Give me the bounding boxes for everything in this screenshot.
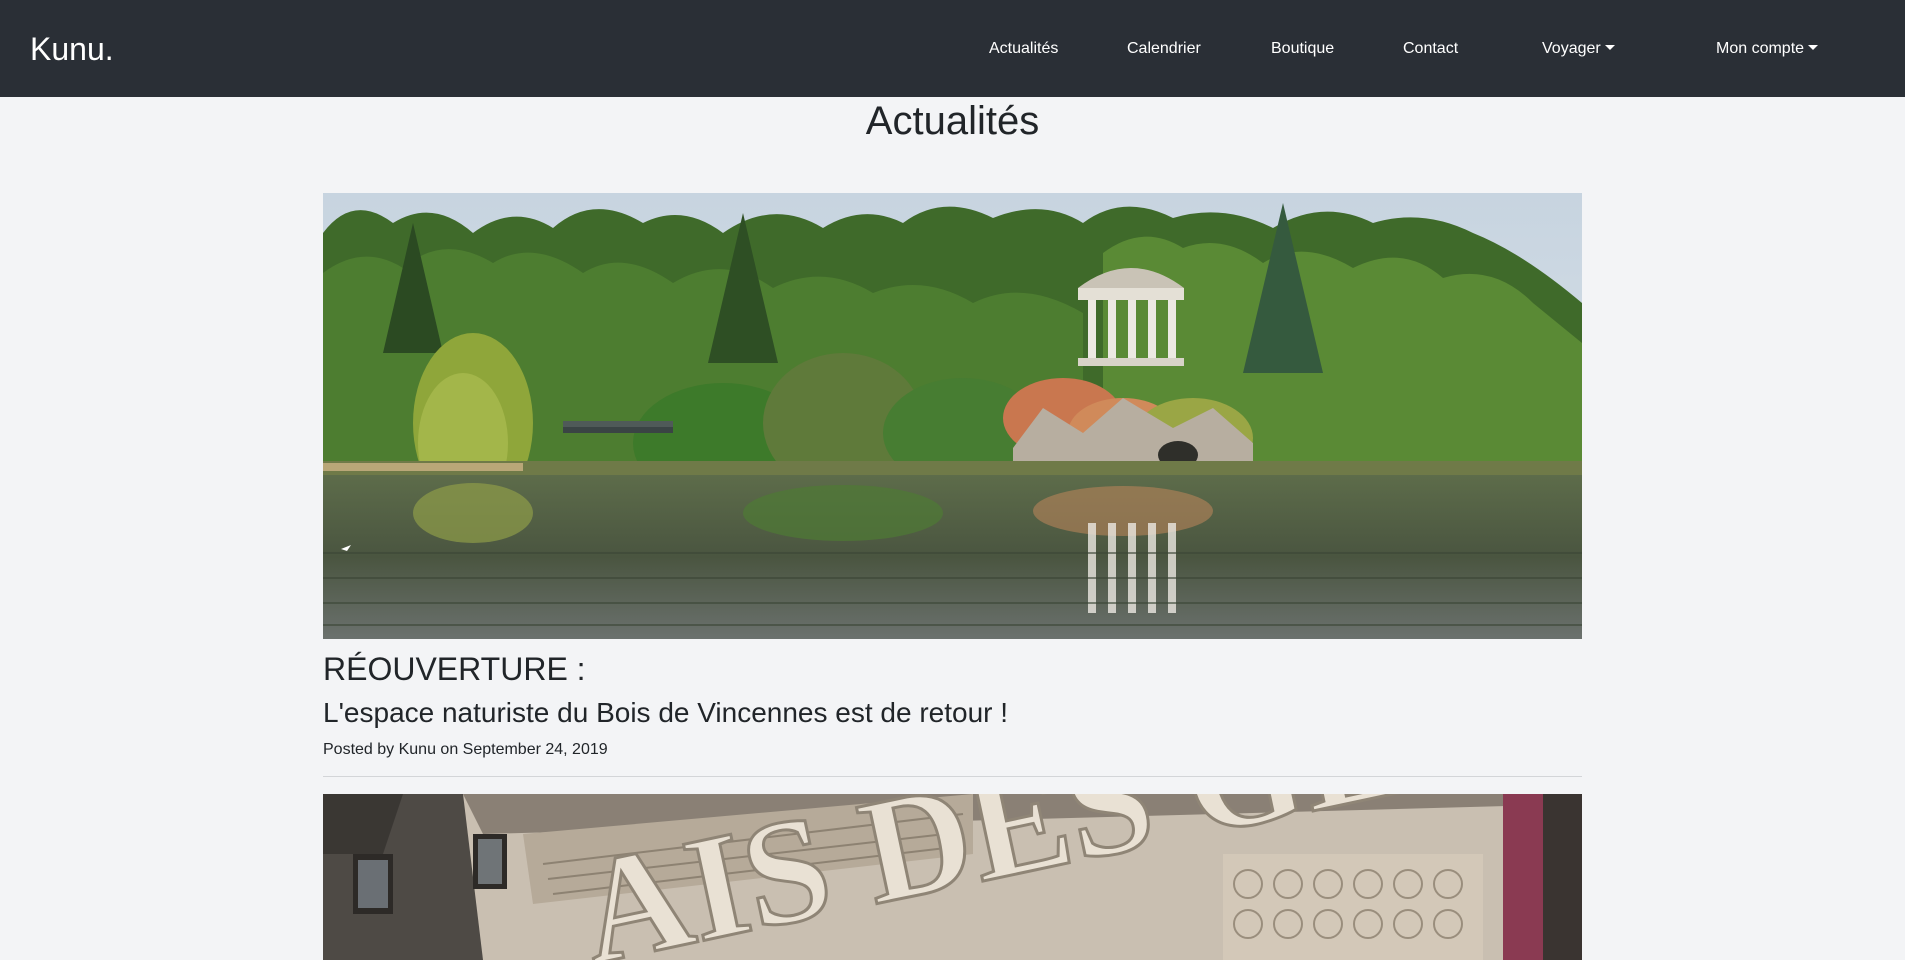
nav-dropdown-voyager-label: Voyager <box>1542 40 1601 57</box>
page-title: Actualités <box>865 99 1040 143</box>
nav-dropdown-voyager[interactable]: Voyager <box>1542 39 1615 59</box>
nav-link-boutique[interactable]: Boutique <box>1271 39 1334 59</box>
post-subtitle[interactable]: L'espace naturiste du Bois de Vincennes … <box>323 696 1008 730</box>
nav-link-contact[interactable]: Contact <box>1403 39 1458 59</box>
nav-link-actualites[interactable]: Actualités <box>989 39 1058 59</box>
nav-dropdown-mon-compte[interactable]: Mon compte <box>1716 39 1819 59</box>
brand-logo-link[interactable]: Kunu. <box>30 30 114 68</box>
post-image-lake-temple[interactable] <box>323 193 1582 639</box>
caret-down-icon <box>1604 45 1615 50</box>
post-title[interactable]: RÉOUVERTURE : <box>323 650 586 688</box>
nav-dropdown-mon-compte-label: Mon compte <box>1716 40 1805 57</box>
post-meta: Posted by Kunu on September 24, 2019 <box>323 741 608 758</box>
post-image-building-facade[interactable]: AIS DES GLACE <box>323 794 1582 960</box>
top-navbar: Kunu. Actualités Calendrier Boutique Con… <box>0 0 1905 97</box>
nav-link-calendrier[interactable]: Calendrier <box>1127 39 1201 59</box>
post-divider <box>323 776 1582 777</box>
caret-down-icon <box>1808 45 1819 50</box>
